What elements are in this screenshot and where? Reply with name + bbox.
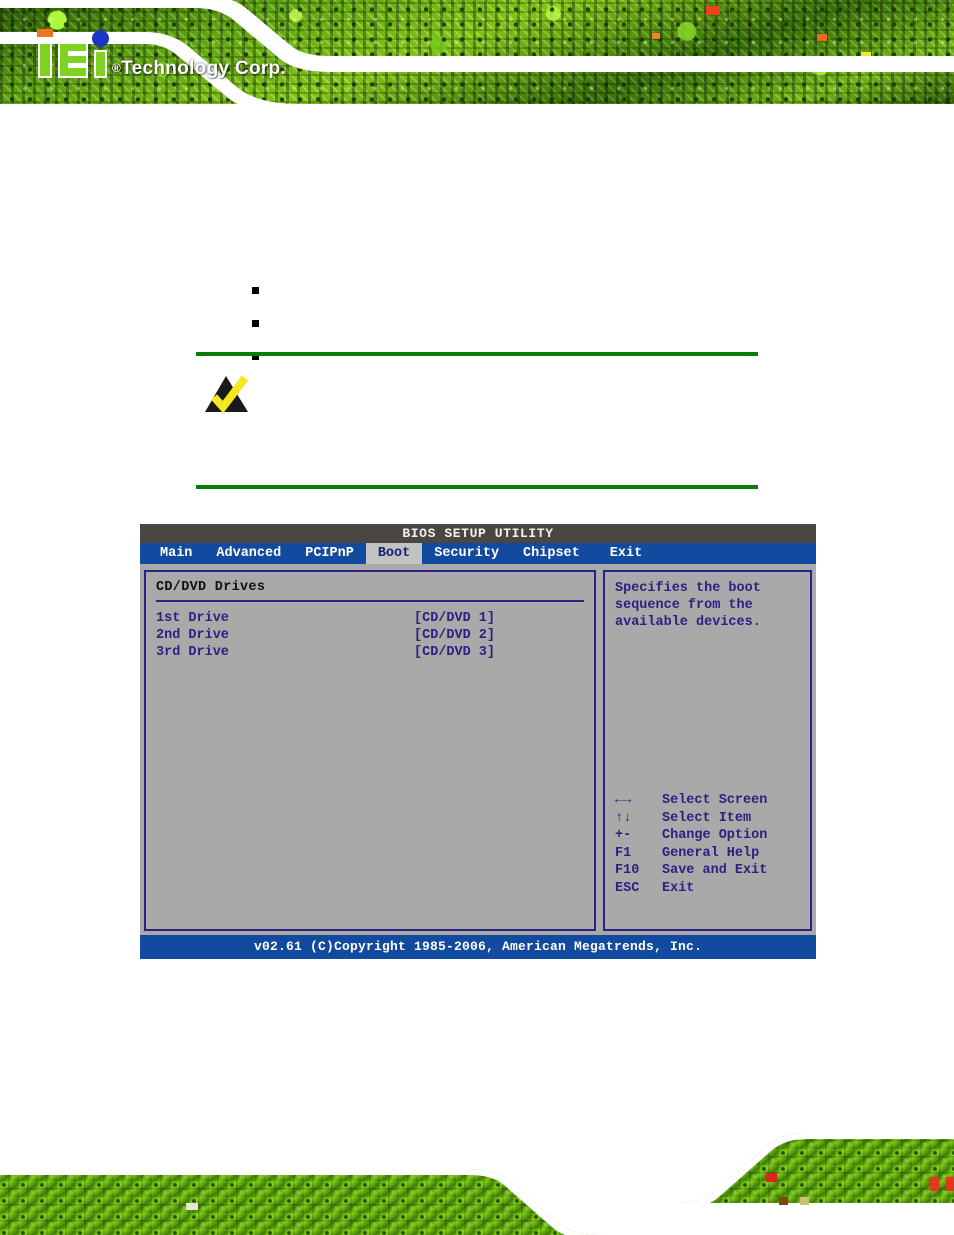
drive-label-3: 3rd Drive <box>156 645 229 660</box>
tab-boot[interactable]: Boot <box>365 543 423 564</box>
tab-security[interactable]: Security <box>422 543 511 564</box>
key-legend: ←→ Select Screen ↑↓ Select Item +- Chang… <box>615 792 820 897</box>
logo-company-text: ®Technology Corp. <box>112 58 286 80</box>
help-text: Specifies the boot sequence from the ava… <box>615 581 761 630</box>
tab-chipset[interactable]: Chipset <box>511 543 592 564</box>
bios-setup-window: BIOS SETUP UTILITY Main Advanced PCIPnP … <box>140 524 816 959</box>
list-item <box>252 280 772 313</box>
key-legend-row: F1 General Help <box>615 845 820 863</box>
bios-menu-bar[interactable]: Main Advanced PCIPnP Boot Security Chips… <box>140 543 816 564</box>
key-legend-desc: Select Screen <box>662 793 768 808</box>
key-legend-desc: Change Option <box>662 828 768 843</box>
bios-title-bar: BIOS SETUP UTILITY <box>140 524 816 543</box>
drive-label-1: 1st Drive <box>156 611 229 626</box>
note-triangle-check-icon <box>204 374 252 414</box>
drive-label-2: 2nd Drive <box>156 628 229 643</box>
table-row[interactable]: 1st Drive [CD/DVD 1] <box>156 610 584 627</box>
tab-main[interactable]: Main <box>148 543 204 564</box>
key-legend-row: ESC Exit <box>615 880 820 898</box>
logo-letter-i2 <box>94 50 107 78</box>
note-body <box>196 356 758 485</box>
drive-value-1[interactable]: [CD/DVD 1] <box>414 610 495 627</box>
plus-minus-icon: +- <box>615 828 632 843</box>
arrow-left-right-icon: ←→ <box>615 793 632 808</box>
table-row[interactable]: 3rd Drive [CD/DVD 3] <box>156 644 584 661</box>
footer-circuit-graphic <box>0 1117 954 1235</box>
key-esc: ESC <box>615 880 640 896</box>
note-callout <box>196 352 758 485</box>
page-footer-banner <box>0 1117 954 1235</box>
iei-logo: ®Technology Corp. <box>34 28 294 86</box>
logo-i-dot-orange <box>37 29 53 37</box>
page-header-banner: ®Technology Corp. <box>0 0 954 112</box>
key-legend-row: F10 Save and Exit <box>615 862 820 880</box>
key-legend-desc: Exit <box>662 880 695 896</box>
drive-value-3[interactable]: [CD/DVD 3] <box>414 644 495 661</box>
arrow-up-down-icon: ↑↓ <box>615 810 632 826</box>
key-f10: F10 <box>615 863 640 878</box>
bios-help-panel: Specifies the boot sequence from the ava… <box>603 570 812 931</box>
tab-exit[interactable]: Exit <box>592 543 654 564</box>
note-bottom-rule <box>196 485 758 489</box>
registered-trademark-symbol: ® <box>112 61 122 75</box>
table-row[interactable]: 2nd Drive [CD/DVD 2] <box>156 627 584 644</box>
logo-letter-e <box>58 42 88 78</box>
key-legend-desc: General Help <box>662 845 760 861</box>
tab-pcipnp[interactable]: PCIPnP <box>293 543 366 564</box>
key-legend-row: ←→ Select Screen <box>615 792 820 810</box>
bios-status-bar: v02.61 (C)Copyright 1985-2006, American … <box>140 935 816 959</box>
key-legend-desc: Select Item <box>662 810 752 826</box>
list-item <box>252 313 772 346</box>
logo-letter-i1 <box>38 42 52 78</box>
square-bullet-icon <box>252 287 259 294</box>
logo-company-name: Technology Corp. <box>121 58 287 79</box>
key-legend-desc: Save and Exit <box>662 863 768 878</box>
drive-value-2[interactable]: [CD/DVD 2] <box>414 627 495 644</box>
logo-blue-dot <box>92 30 109 47</box>
section-title: CD/DVD Drives <box>156 580 266 595</box>
key-legend-row: ↑↓ Select Item <box>615 810 820 828</box>
tab-advanced[interactable]: Advanced <box>204 543 293 564</box>
square-bullet-icon <box>252 320 259 327</box>
section-divider <box>156 600 584 602</box>
bios-settings-panel: CD/DVD Drives 1st Drive [CD/DVD 1] 2nd D… <box>144 570 596 931</box>
bios-content-area: CD/DVD Drives 1st Drive [CD/DVD 1] 2nd D… <box>140 564 816 935</box>
key-legend-row: +- Change Option <box>615 827 820 845</box>
key-f1: F1 <box>615 845 632 861</box>
